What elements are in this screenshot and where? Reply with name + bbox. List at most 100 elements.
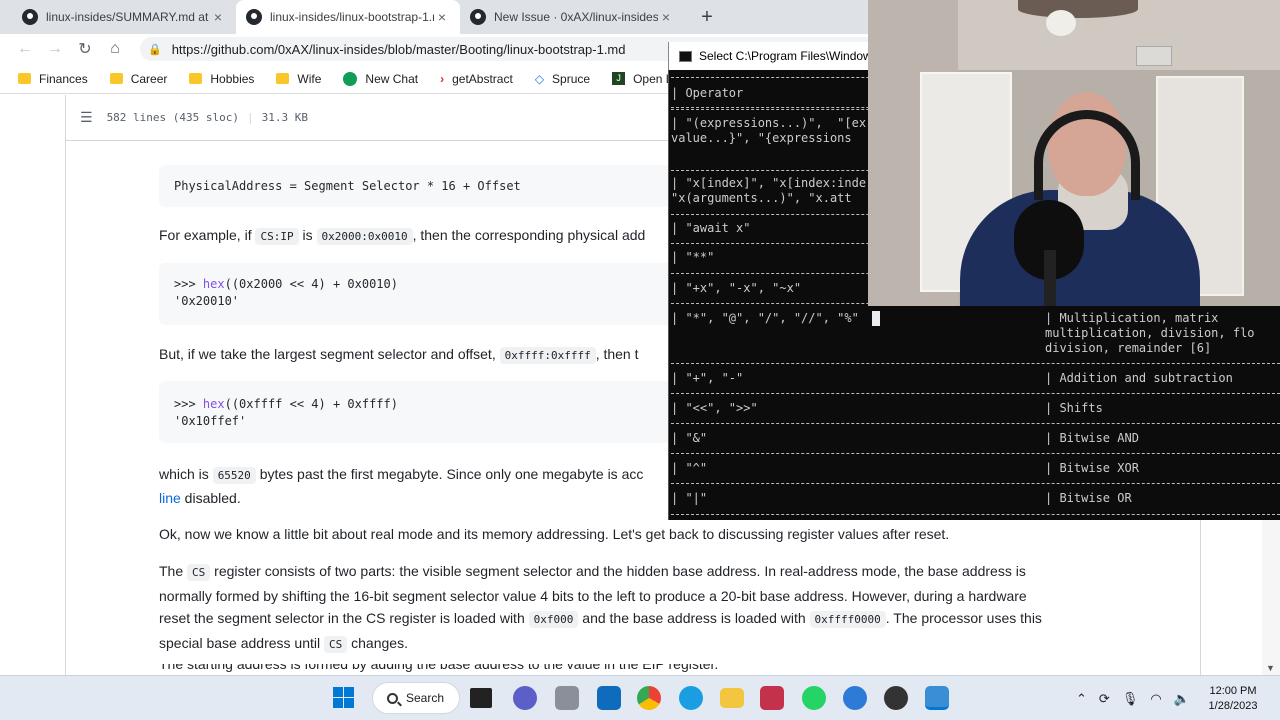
console-row: | "+x", "-x", "~x" (671, 281, 802, 295)
line-count: 582 lines (435 sloc) (106, 111, 240, 124)
folder-icon (109, 73, 123, 84)
console-row: | "|" (671, 491, 708, 505)
paragraph-example: For example, if CS:IP is 0x2000:0x0010, … (159, 227, 646, 245)
bookmark-new-chat[interactable]: New Chat (343, 71, 419, 86)
chrome-icon[interactable] (637, 686, 661, 710)
new-tab-button[interactable]: + (694, 4, 720, 30)
tab-summary[interactable]: linux-insides/SUMMARY.md at m × (12, 0, 236, 34)
back-arrow-icon[interactable]: ← (10, 34, 40, 64)
close-icon[interactable]: × (210, 9, 226, 25)
console-title: Select C:\Program Files\WindowsA (699, 49, 868, 63)
webcam-overlay (868, 0, 1280, 306)
github-icon (470, 9, 486, 25)
clock-date: 1/28/2023 (1208, 700, 1258, 712)
outline-icon[interactable]: ☰ (80, 110, 93, 126)
taskbar-search[interactable]: Search (372, 682, 460, 714)
code-block-hex2: >>> hex((0xffff << 4) + 0xffff) '0x10ffe… (159, 381, 679, 443)
console-row: | "<<", ">>" (671, 401, 758, 415)
bookmark-label: Hobbies (210, 71, 255, 86)
bookmark-label: getAbstract (452, 71, 513, 86)
paragraph-cs-register: The CS register consists of two parts: t… (159, 563, 1042, 653)
ceiling-fan (1018, 0, 1138, 18)
mic-stand (1044, 250, 1056, 306)
inline-code: 0xffff0000 (809, 611, 886, 628)
bookmark-label: Finances (39, 71, 88, 86)
console-row: | "**" (671, 250, 715, 264)
bookmark-spruce[interactable]: ◇ Spruce (535, 72, 590, 86)
bookmark-finances[interactable]: Finances (18, 72, 88, 86)
bookmark-label: New Chat (365, 71, 419, 86)
console-row: | "x[index]", "x[index:inde "x(arguments… (671, 176, 867, 205)
console-row-desc: | Bitwise AND (1045, 431, 1139, 445)
code-block-hex1: >>> hex((0x2000 << 4) + 0x0010) '0x20010… (159, 263, 679, 325)
messenger-icon[interactable] (843, 686, 867, 710)
tab-new-issue[interactable]: New Issue · 0xAX/linux-insides × (460, 0, 684, 34)
file-size: 31.3 KB (261, 111, 308, 124)
paragraph-starting-address: The starting address is formed by adding… (159, 664, 719, 672)
terminal-icon[interactable] (925, 686, 949, 710)
store-icon[interactable] (597, 686, 621, 710)
console-header: | Operator (671, 86, 744, 100)
bookmark-career[interactable]: Career (109, 71, 168, 86)
obs-icon[interactable] (884, 686, 908, 710)
close-icon[interactable]: × (658, 9, 674, 25)
clock-time: 12:00 PM (1209, 685, 1257, 697)
air-vent (1136, 46, 1172, 66)
edge-icon[interactable] (679, 686, 703, 710)
ceiling-lamp (1046, 10, 1076, 36)
github-icon (246, 9, 262, 25)
console-title-bar[interactable]: Select C:\Program Files\WindowsA (668, 42, 868, 70)
inline-code: 0x2000:0x0010 (316, 228, 413, 245)
console-row: | "*", "@", "/", "//", "%" (671, 311, 859, 325)
scroll-down-arrow-icon[interactable]: ▼ (1266, 663, 1275, 673)
close-icon[interactable]: × (434, 9, 450, 25)
inline-code: CS (324, 635, 348, 653)
console-row-desc: | Multiplication, matrix multiplication,… (1045, 311, 1255, 355)
wifi-icon[interactable]: ◠ (1150, 691, 1161, 707)
tab-linux-bootstrap[interactable]: linux-insides/linux-bootstrap-1.n × (236, 0, 460, 34)
folder-icon (276, 73, 290, 84)
a20-line-link[interactable]: line (159, 490, 181, 506)
text-cursor (872, 311, 880, 326)
microphone-icon[interactable]: 🎙 (1122, 691, 1139, 707)
file-explorer-icon[interactable] (720, 688, 744, 708)
bookmark-getabstract[interactable]: › getAbstract (440, 72, 513, 86)
start-button-windows-icon[interactable] (332, 686, 356, 710)
system-tray: ⌃ ⟳ 🎙 ◠ 🔈 (1076, 676, 1202, 720)
inline-code: CS:IP (255, 228, 299, 245)
console-row: | "(expressions...)", "[ex value...}", "… (671, 116, 867, 145)
teams-chat-icon[interactable] (513, 686, 537, 710)
console-row: | "^" (671, 461, 708, 475)
getabstract-icon: › (440, 71, 445, 86)
sync-icon[interactable]: ⟳ (1099, 691, 1110, 707)
tab-title: New Issue · 0xAX/linux-insides (494, 10, 658, 24)
inline-code: 65520 (212, 467, 256, 484)
chevron-up-icon[interactable]: ⌃ (1076, 691, 1087, 707)
bookmark-label: Spruce (552, 71, 591, 86)
home-icon[interactable]: ⌂ (100, 34, 130, 64)
task-view-icon[interactable] (470, 688, 492, 708)
chatgpt-icon (343, 71, 358, 86)
settings-gear-icon[interactable] (555, 686, 579, 710)
bookmark-wife[interactable]: Wife (276, 72, 321, 86)
forward-arrow-icon[interactable]: → (40, 34, 70, 64)
console-icon (679, 50, 692, 62)
open-learning-icon: J (612, 72, 626, 85)
address-url: https://github.com/0xAX/linux-insides/bl… (171, 41, 626, 57)
console-row: | "+", "-" (671, 371, 744, 385)
taskbar-clock[interactable]: 12:00 PM 1/28/2023 (1196, 684, 1270, 714)
volume-icon[interactable]: 🔈 (1174, 691, 1190, 707)
whatsapp-icon[interactable] (802, 686, 826, 710)
console-row-desc: | Shifts (1045, 401, 1103, 415)
tab-title: linux-insides/SUMMARY.md at m (46, 10, 210, 24)
code-block-formula: PhysicalAddress = Segment Selector * 16 … (159, 165, 679, 207)
console-row-desc: | Addition and subtraction (1045, 371, 1233, 385)
spruce-icon: ◇ (534, 71, 545, 86)
console-row: | "await x" (671, 221, 751, 235)
bookmark-label: Career (130, 71, 168, 86)
reload-icon[interactable]: ↻ (70, 34, 100, 64)
bookmark-hobbies[interactable]: Hobbies (189, 72, 254, 86)
snipping-tool-icon[interactable] (760, 686, 784, 710)
console-row-desc: | Bitwise OR (1045, 491, 1132, 505)
folder-icon (189, 73, 203, 84)
